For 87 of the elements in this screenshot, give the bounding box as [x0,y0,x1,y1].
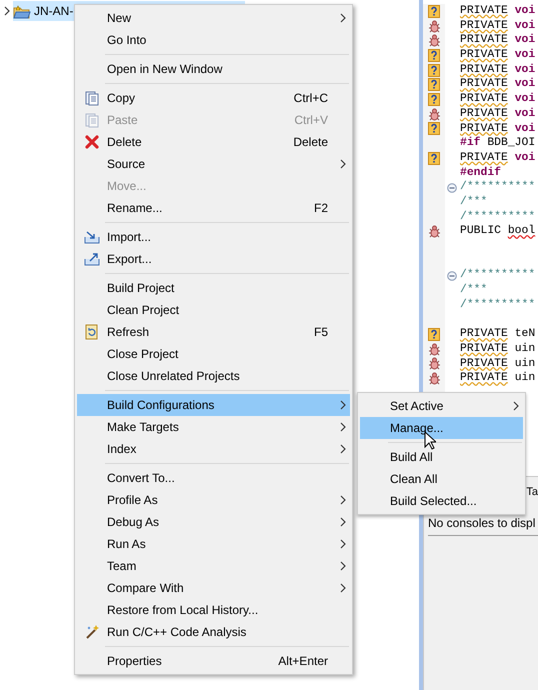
refresh-icon [84,324,100,340]
menu-item[interactable]: New [77,7,350,29]
warning-marker-icon [428,48,440,62]
menu-item[interactable]: Team [77,555,350,577]
bug-icon [428,34,440,48]
export-icon [84,252,100,266]
menu-item[interactable]: Import... [77,226,350,248]
code-line: PRIVATE voi [460,77,536,92]
menu-item[interactable]: Build Project [77,277,350,299]
code-line: PRIVATE voi [460,18,536,34]
menu-item[interactable]: Rename... F2 [77,197,350,219]
shortcut-label: F5 [314,324,329,341]
menu-item[interactable]: Clean Project [77,299,350,321]
project-folder-icon [13,3,31,19]
code-line: PRIVATE voi [460,4,536,19]
shortcut-label: Alt+Enter [278,653,329,670]
warning-marker-icon [428,92,440,106]
code-line: PRIVATE voi [460,122,536,136]
code-line: PRIVATE voi [460,48,536,63]
menu-item[interactable]: Open in New Window [77,58,350,80]
menu-item[interactable]: Build Selected... [360,490,523,512]
code-line: #if BDB_JOI [460,136,536,151]
menu-item[interactable]: Run As [77,533,350,555]
bug-icon [428,108,440,121]
code-line: PRIVATE voi [460,92,536,107]
menu-item[interactable]: Clean All [360,468,523,490]
menu-item[interactable]: Build Configurations [77,394,350,416]
menu-item[interactable]: Go Into [77,29,350,51]
warning-marker-icon [428,122,440,136]
code-line: PRIVATE voi [460,62,536,78]
magic-wand-icon [84,624,100,640]
menu-item[interactable]: Delete Delete [77,131,350,153]
menu-item[interactable]: Source [77,153,350,175]
code-line: /*** [460,283,488,298]
collapse-icon [447,270,457,281]
warning-marker-icon [428,328,440,341]
bug-icon [428,225,440,238]
bug-icon [428,372,440,386]
code-line: PRIVATE uin [460,371,536,386]
menu-item[interactable]: Close Project [77,343,350,365]
menu-item[interactable]: Make Targets [77,416,350,438]
console-tab[interactable]: Ta [526,484,538,500]
shortcut-label: F2 [314,200,329,217]
bug-icon [428,357,440,370]
bug-icon [428,342,440,356]
code-line: /********** [460,180,536,195]
code-line: /********** [460,210,536,224]
shortcut-label: Delete [293,134,329,151]
menu-item[interactable]: Export... [77,248,350,270]
warning-marker-icon [428,4,440,18]
menu-item[interactable]: Properties Alt+Enter [77,650,350,672]
menu-item[interactable]: Restore from Local History... [77,599,350,621]
menu-item[interactable]: Convert To... [77,467,350,489]
menu-item[interactable]: Build All [360,446,523,468]
menu-item[interactable]: Run C/C++ Code Analysis [77,621,350,643]
bug-icon [428,20,440,33]
shortcut-label: Ctrl+C [294,90,329,107]
menu-item[interactable]: Debug As [77,511,350,533]
code-line: PRIVATE voi [460,33,536,48]
menu-item[interactable]: Index [77,438,350,460]
collapse-icon [447,182,457,193]
menu-item[interactable]: Manage... [360,417,523,439]
code-line: /********** [460,298,536,312]
code-line: PRIVATE uin [460,356,536,372]
warning-marker-icon [428,78,440,92]
menu-item[interactable]: Close Unrelated Projects [77,365,350,387]
code-line: PRIVATE voi [460,150,536,166]
code-line: PRIVATE teN [460,327,536,342]
paste-icon [84,112,100,128]
code-line: /********** [460,268,536,284]
warning-marker-icon [428,152,440,165]
import-icon [84,230,100,244]
copy-icon [84,90,100,106]
delete-icon [85,135,99,149]
menu-item[interactable]: Profile As [77,489,350,511]
code-line: /*** [460,194,488,210]
menu-item[interactable]: Compare With [77,577,350,599]
menu-item[interactable]: Refresh F5 [77,321,350,343]
code-line: #endif [460,166,502,180]
menu-item[interactable]: Set Active [360,395,523,417]
shortcut-label: Ctrl+V [294,112,329,129]
code-line: PUBLIC bool [460,224,536,239]
code-line: PRIVATE voi [460,106,536,122]
console-message: No consoles to displ [428,516,536,530]
menu-item[interactable]: Copy Ctrl+C [77,87,350,109]
warning-marker-icon [428,64,440,77]
code-line: PRIVATE uin [460,342,536,356]
